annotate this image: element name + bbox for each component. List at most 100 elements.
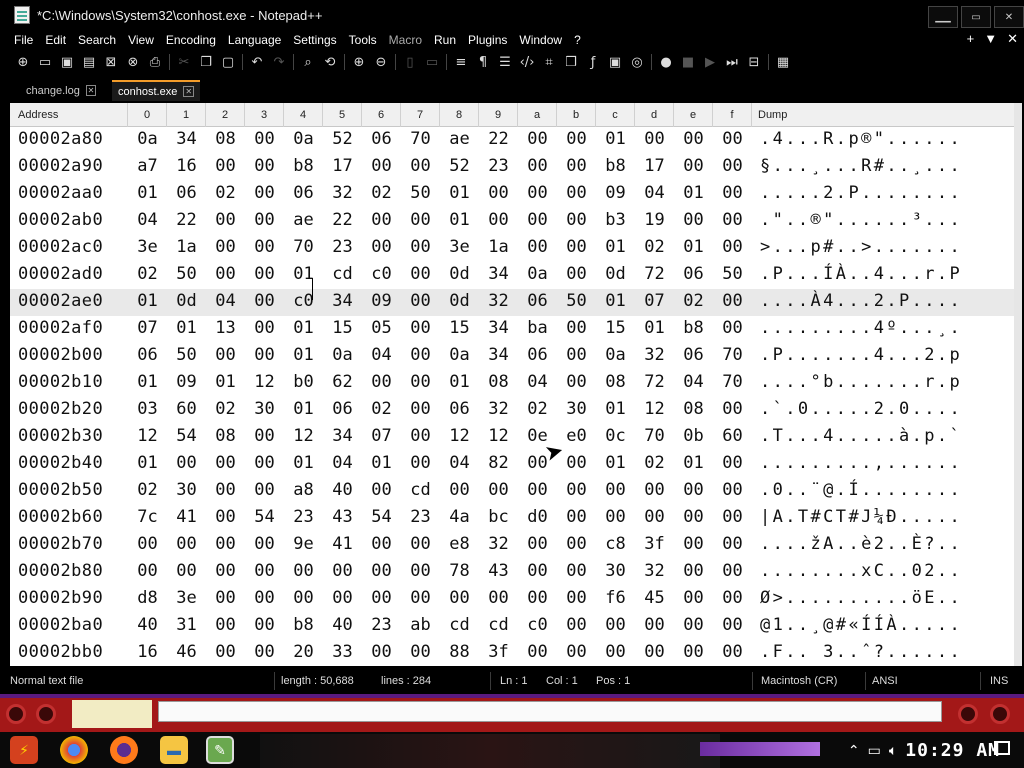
hex-byte[interactable]: 00 <box>557 642 596 662</box>
hex-row[interactable]: 00002af0 07 01 13 00 01 15 05 00 15 34 ba 00 15 01 b8 00… <box>10 316 1022 343</box>
network-icon[interactable]: ▭ <box>868 742 881 759</box>
hex-byte[interactable]: 00 <box>713 291 752 311</box>
hex-byte[interactable]: 12 <box>440 426 479 446</box>
hex-byte[interactable]: 00 <box>557 156 596 176</box>
hex-editor[interactable]: Address 0123456789abcdef Dump 00002a80 0a… <box>10 103 1022 666</box>
hex-byte[interactable]: 00 <box>518 129 557 149</box>
hex-byte[interactable]: 00 <box>713 156 752 176</box>
row-dump[interactable]: ."..®"......³... <box>760 210 962 230</box>
hex-byte[interactable]: 00 <box>674 507 713 527</box>
hex-byte[interactable]: 00 <box>245 642 284 662</box>
hex-byte[interactable]: 32 <box>635 345 674 365</box>
hex-byte[interactable]: 00 <box>479 183 518 203</box>
hex-byte[interactable]: 34 <box>323 291 362 311</box>
hex-byte[interactable]: 02 <box>206 183 245 203</box>
hex-byte[interactable]: c0 <box>362 264 401 284</box>
find-icon[interactable]: ⌕ <box>297 52 319 72</box>
hex-byte[interactable]: b3 <box>596 210 635 230</box>
hex-byte[interactable]: b8 <box>284 615 323 635</box>
hex-byte[interactable]: 00 <box>245 561 284 581</box>
hex-byte[interactable]: 00 <box>362 480 401 500</box>
hex-byte[interactable]: 54 <box>167 426 206 446</box>
hex-byte[interactable]: 00 <box>557 507 596 527</box>
hex-byte[interactable]: 00 <box>206 615 245 635</box>
hex-byte[interactable]: 54 <box>245 507 284 527</box>
hex-byte[interactable]: 0d <box>167 291 206 311</box>
zoom-out-icon[interactable]: ⊖ <box>370 52 392 72</box>
tab-close-icon[interactable]: ✕ <box>183 86 194 97</box>
hex-byte[interactable]: 01 <box>128 453 167 473</box>
row-dump[interactable]: .........‚...... <box>760 453 962 473</box>
notepad-plus-plus-taskbar-icon[interactable]: ✎ <box>206 736 234 764</box>
hex-byte[interactable]: 16 <box>167 156 206 176</box>
hex-byte[interactable]: 00 <box>479 210 518 230</box>
cut-icon[interactable]: ✂ <box>173 52 195 72</box>
new-tab-icon[interactable]: + <box>967 31 975 47</box>
hex-byte[interactable]: 46 <box>167 642 206 662</box>
hex-byte[interactable]: 43 <box>479 561 518 581</box>
hex-byte[interactable]: 12 <box>635 399 674 419</box>
hex-byte[interactable]: 7c <box>128 507 167 527</box>
row-dump[interactable]: .....2.P........ <box>760 183 962 203</box>
hex-row[interactable]: 00002aa0 01 06 02 00 06 32 02 50 01 00 00 00 09 04 01 00… <box>10 181 1022 208</box>
hex-row[interactable]: 00002a90 a7 16 00 00 b8 17 00 00 52 23 00 00 b8 17 00 00… <box>10 154 1022 181</box>
hex-byte[interactable]: 78 <box>440 561 479 581</box>
hex-byte[interactable]: 06 <box>128 345 167 365</box>
start-menu-icon[interactable]: ⚡ <box>10 736 38 764</box>
hex-byte[interactable]: 00 <box>713 237 752 257</box>
minimize-button[interactable]: ▁▁ <box>928 6 958 28</box>
hex-byte[interactable]: 00 <box>401 372 440 392</box>
hex-byte[interactable]: ae <box>284 210 323 230</box>
hex-byte[interactable]: 00 <box>206 588 245 608</box>
hex-byte[interactable]: 00 <box>401 345 440 365</box>
hex-byte[interactable]: 00 <box>323 561 362 581</box>
hex-byte[interactable]: 00 <box>557 264 596 284</box>
hex-byte[interactable]: 45 <box>635 588 674 608</box>
hex-byte[interactable]: 01 <box>674 237 713 257</box>
hex-byte[interactable]: 41 <box>323 534 362 554</box>
row-dump[interactable]: |A.T#CT#J¼Ð..... <box>760 507 962 527</box>
hex-byte[interactable]: 02 <box>206 399 245 419</box>
hex-byte[interactable]: 00 <box>518 237 557 257</box>
hex-byte[interactable]: 00 <box>206 345 245 365</box>
tab-close-icon[interactable]: ✕ <box>85 85 96 96</box>
hex-byte[interactable]: 50 <box>401 183 440 203</box>
row-dump[interactable]: .0..¨@.Í........ <box>760 480 962 500</box>
hex-byte[interactable]: 00 <box>206 210 245 230</box>
hex-byte[interactable]: 00 <box>401 561 440 581</box>
hex-byte[interactable]: d8 <box>128 588 167 608</box>
hex-byte[interactable]: 00 <box>206 480 245 500</box>
hex-byte[interactable]: cd <box>440 615 479 635</box>
hex-byte[interactable]: 00 <box>206 156 245 176</box>
hex-byte[interactable]: 00 <box>596 507 635 527</box>
record-macro-icon[interactable]: ● <box>655 52 677 72</box>
hex-byte[interactable]: 00 <box>284 561 323 581</box>
hex-byte[interactable]: 06 <box>323 399 362 419</box>
hex-byte[interactable]: 00 <box>674 480 713 500</box>
hex-byte[interactable]: 04 <box>635 183 674 203</box>
zoom-in-icon[interactable]: ⊕ <box>348 52 370 72</box>
hex-byte[interactable]: 01 <box>128 372 167 392</box>
hex-byte[interactable]: 62 <box>323 372 362 392</box>
row-dump[interactable]: .`.0.....2.0.... <box>760 399 962 419</box>
hex-byte[interactable]: 06 <box>440 399 479 419</box>
hex-byte[interactable]: b0 <box>284 372 323 392</box>
hex-byte[interactable]: 70 <box>284 237 323 257</box>
hex-byte[interactable]: 00 <box>518 534 557 554</box>
hex-byte[interactable]: 00 <box>362 561 401 581</box>
run-macro-multiple-icon[interactable]: ⏭ <box>721 52 743 72</box>
new-file-icon[interactable]: ⊕ <box>12 52 34 72</box>
hex-byte[interactable]: 01 <box>440 372 479 392</box>
hex-row[interactable]: 00002ab0 04 22 00 00 ae 22 00 00 01 00 00 00 b3 19 00 00… <box>10 208 1022 235</box>
tab-conhost-exe[interactable]: conhost.exe ✕ <box>112 80 200 101</box>
hex-byte[interactable]: 00 <box>245 345 284 365</box>
hex-byte[interactable]: a7 <box>128 156 167 176</box>
hex-byte[interactable]: 00 <box>167 534 206 554</box>
hex-byte[interactable]: 30 <box>557 399 596 419</box>
hex-byte[interactable]: 00 <box>206 507 245 527</box>
hex-byte[interactable]: 0a <box>128 129 167 149</box>
paste-icon[interactable]: ▢ <box>217 52 239 72</box>
hex-byte[interactable]: 3e <box>440 237 479 257</box>
hex-byte[interactable]: 3e <box>167 588 206 608</box>
hex-byte[interactable]: 31 <box>167 615 206 635</box>
